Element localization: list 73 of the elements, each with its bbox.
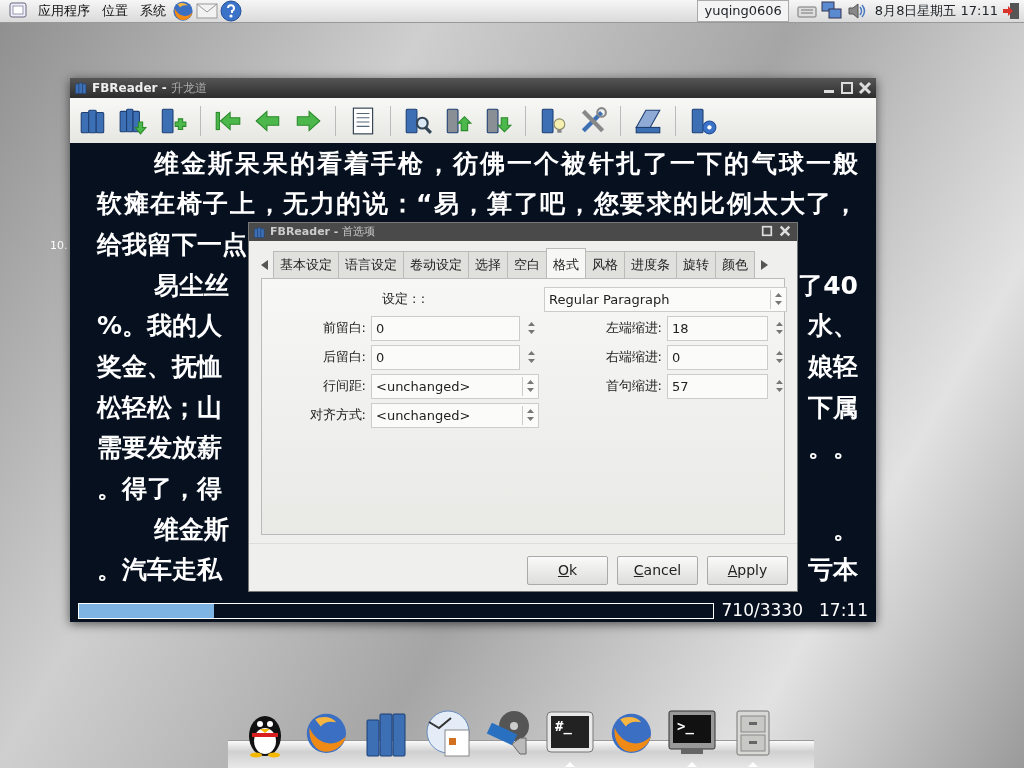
scroll-right-icon[interactable] (760, 259, 768, 270)
text-line: 奖金、抚恤 (97, 351, 222, 384)
text-line: 亏本 (808, 554, 858, 587)
cancel-button[interactable]: Cancel (617, 556, 698, 585)
tab[interactable]: 语言设定 (338, 251, 404, 278)
text-line: 维金斯呆呆的看着手枪，彷佛一个被针扎了一下的气球一般 (153, 147, 858, 180)
page-counter: 710/3330 (721, 599, 803, 623)
tab[interactable]: 旋转 (676, 251, 716, 278)
tab[interactable]: 颜色 (715, 251, 755, 278)
menu-item[interactable]: 系统 (134, 1, 172, 21)
field-label: 行间距: (321, 377, 366, 396)
text-line: 软瘫在椅子上，无力的说：“易，算了吧，您要求的比例太大了， (97, 188, 858, 221)
dropdown-field[interactable]: Regular Paragraph (544, 286, 787, 312)
text-line: 了40 (798, 269, 858, 302)
tab[interactable]: 卷动设定 (403, 251, 469, 278)
tab[interactable]: 基本设定 (273, 251, 339, 278)
text-line: 给我留下一点 (97, 228, 247, 261)
logout-icon[interactable] (1002, 2, 1020, 20)
text-line: 维金斯 (153, 513, 229, 546)
spin-field[interactable]: 0 (371, 315, 520, 341)
close-icon[interactable] (858, 81, 872, 95)
dialog-title: FBReader - (270, 223, 339, 240)
network-icon[interactable] (820, 1, 843, 21)
text-line: 需要发放薪 (97, 432, 222, 465)
reading-time: 17:11 (819, 599, 868, 623)
window-title: FBReader - (92, 80, 167, 97)
dropdown-field[interactable]: <unchanged> (371, 402, 539, 428)
tab[interactable]: 进度条 (624, 251, 677, 278)
field-label: 对齐方式: (308, 406, 366, 425)
text-line: 。 (833, 513, 858, 546)
spin-field[interactable]: 18 (667, 315, 768, 341)
books-icon (253, 225, 266, 239)
globe-icon[interactable] (172, 0, 194, 22)
menu-item[interactable]: 应用程序 (32, 1, 96, 21)
tab[interactable]: 风格 (585, 251, 625, 278)
clock[interactable]: 8月8日星期五 17:11 (874, 1, 998, 21)
desktop-label: 10. (50, 238, 68, 254)
text-line: 下属 (808, 391, 858, 424)
text-line: 。得了，得 (97, 473, 222, 506)
text-line: 易尘丝 (153, 269, 229, 302)
document-title: 升龙道 (170, 80, 207, 97)
field-label: 右端缩进: (604, 348, 662, 367)
user-name[interactable]: yuqing0606 (697, 0, 789, 22)
field-label: 设定 : : (381, 290, 426, 309)
tab[interactable]: 选择 (468, 251, 508, 278)
document-icon[interactable] (423, 708, 473, 758)
tab[interactable]: 格式 (546, 248, 586, 278)
volume-icon[interactable] (846, 2, 867, 20)
text-line: 松轻松；山 (97, 391, 222, 424)
tab[interactable]: 空白 (507, 251, 547, 278)
spin-field[interactable]: 57 (667, 373, 768, 399)
spin-field[interactable]: 0 (371, 344, 520, 370)
text-line: 。汽车走私 (97, 554, 222, 587)
field-label: 前留白: (321, 319, 366, 338)
menu-item[interactable]: 位置 (96, 1, 134, 21)
field-label: 后留白: (321, 348, 366, 367)
spin-field[interactable]: 0 (667, 344, 768, 370)
field-label: 首句缩进: (604, 377, 662, 396)
field-label: 左端缩进: (604, 319, 662, 338)
dialog-document-title: 首选项 (342, 223, 376, 240)
books-icon (74, 81, 88, 95)
maximize-icon[interactable] (840, 81, 854, 95)
close-icon[interactable] (779, 225, 793, 239)
maximize-icon[interactable] (761, 225, 775, 239)
text-line: 水、 (808, 310, 858, 343)
text-line: 娘轻 (808, 351, 858, 384)
ok-button[interactable]: Ok (527, 556, 608, 585)
scroll-left-icon[interactable] (261, 259, 269, 270)
text-line: %。我的人 (97, 310, 223, 343)
dropdown-field[interactable]: <unchanged> (371, 373, 539, 399)
apply-button[interactable]: Apply (707, 556, 788, 585)
help-icon[interactable] (220, 0, 242, 22)
text-line: 。。 (808, 432, 858, 465)
